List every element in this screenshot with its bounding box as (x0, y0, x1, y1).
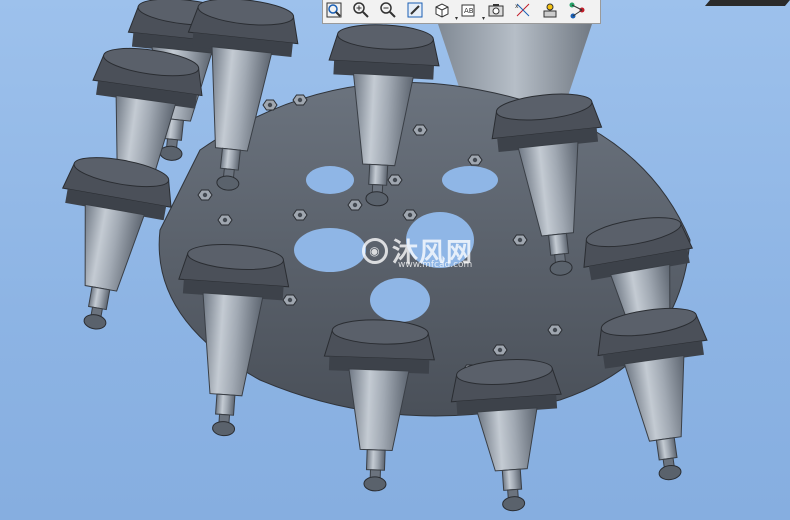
holder-neck (365, 449, 386, 471)
cube-view-icon (435, 2, 449, 18)
nut-bore (497, 347, 503, 353)
watermark-url: www.mfcad.com (398, 260, 473, 270)
holder-neck (215, 393, 236, 416)
holder-neck (501, 468, 523, 491)
holder-taper (623, 354, 685, 442)
watermark: ◉ 沐风网 www.mfcad.com (362, 232, 473, 270)
relations-icon (569, 2, 585, 18)
holder-taper (348, 368, 410, 452)
pencil-sketch-icon (407, 2, 423, 17)
tool-holder (61, 157, 172, 330)
nut-bore (517, 237, 523, 243)
pull-stud-head (502, 496, 526, 512)
view-toolbar: ▾ AB ▾ x (322, 0, 601, 24)
nut-bore (392, 177, 398, 183)
nut-bore (407, 212, 413, 218)
nut-bore (202, 192, 208, 198)
annotation-ab-icon: AB (461, 4, 475, 16)
nut-bore (267, 102, 273, 108)
tool-holder (597, 307, 708, 481)
holder-taper (476, 407, 538, 472)
zoom-out-icon (380, 1, 396, 18)
pull-stud-head (363, 476, 387, 492)
nut-bore (297, 97, 303, 103)
plate-opening (306, 166, 354, 194)
nut-bore (472, 157, 478, 163)
nut-bore (552, 327, 558, 333)
svg-text:x: x (515, 3, 519, 10)
plate-opening (370, 278, 430, 322)
coordinate-axes-button[interactable]: x (514, 1, 538, 23)
pull-stud-head (83, 314, 107, 330)
holder-neck (219, 147, 241, 171)
scene-icon (543, 3, 557, 17)
camera-icon (488, 3, 504, 16)
holder-neck (87, 286, 111, 311)
nut-bore (297, 212, 303, 218)
zoom-in-button[interactable] (352, 1, 376, 23)
camera-render-button[interactable] (487, 1, 511, 23)
holder-taper (84, 203, 146, 292)
nut-bore (417, 127, 423, 133)
scene-lighting-button[interactable] (541, 1, 565, 23)
view-orientation-button[interactable]: ▾ (433, 1, 458, 23)
zoom-out-button[interactable] (379, 1, 403, 23)
window-corner-edge (704, 0, 790, 6)
relations-button[interactable] (568, 1, 592, 23)
dropdown-arrow-icon: ▾ (481, 14, 485, 22)
holder-neck (548, 232, 570, 256)
zoom-to-fit-button[interactable] (325, 1, 349, 23)
holder-neck (655, 437, 678, 461)
plate-opening (294, 228, 366, 272)
pull-stud-head (212, 421, 236, 437)
nut-bore (287, 297, 293, 303)
pull-stud-head (658, 464, 682, 481)
tool-holder (450, 359, 562, 512)
nut-bore (352, 202, 358, 208)
zoom-fit-icon (326, 2, 342, 17)
nut-bore (222, 217, 228, 223)
axes-xyz-icon: x (515, 3, 530, 16)
3d-model-viewport[interactable]: ▾ AB ▾ x ◉ 沐风网 www.mfcad.com (0, 0, 790, 520)
annotation-display-button[interactable]: AB ▾ (460, 1, 485, 23)
sketch-button[interactable] (406, 1, 430, 23)
svg-text:AB: AB (464, 7, 474, 15)
zoom-in-icon (353, 1, 369, 18)
dropdown-arrow-icon: ▾ (454, 14, 458, 22)
holder-neck (368, 163, 389, 186)
watermark-logo-icon: ◉ (362, 237, 388, 264)
plate-opening (442, 166, 498, 194)
holder-taper (202, 292, 264, 397)
